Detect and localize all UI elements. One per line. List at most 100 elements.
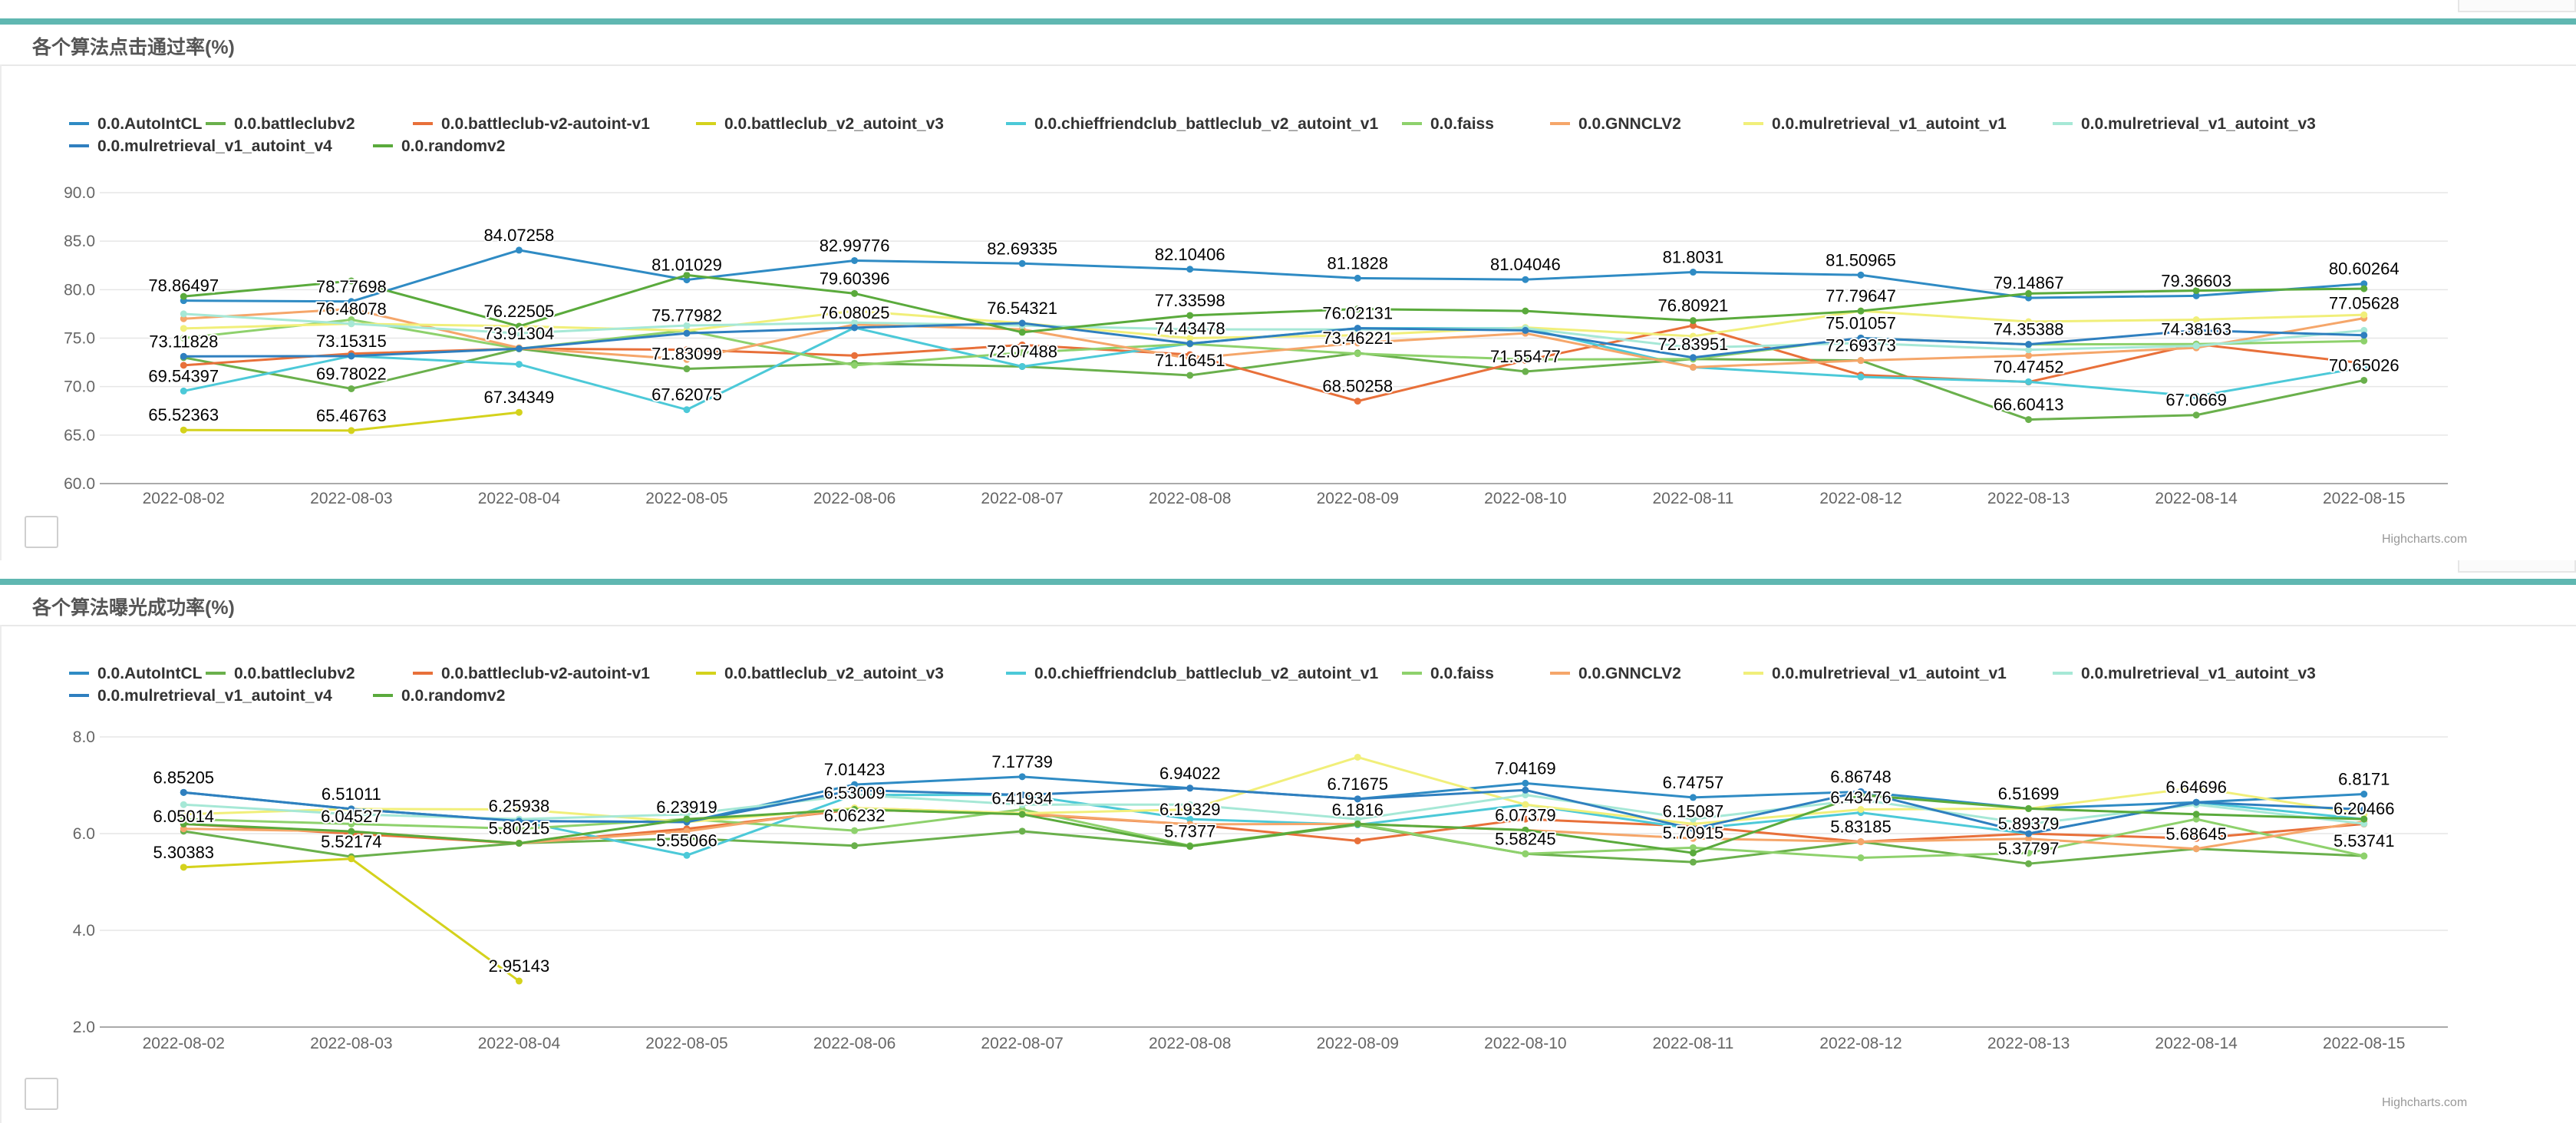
legend-item[interactable]: 0.0.battleclub-v2-autoint-v1 — [413, 665, 650, 682]
data-label: 77.33598 — [1155, 291, 1225, 310]
data-label: 6.04527 — [321, 807, 382, 826]
legend-item[interactable]: 0.0.chieffriendclub_battleclub_v2_autoin… — [1006, 115, 1378, 133]
data-label: 73.91304 — [484, 324, 555, 343]
legend-item[interactable]: 0.0.mulretrieval_v1_autoint_v1 — [1743, 665, 2007, 682]
legend-item[interactable]: 0.0.mulretrieval_v1_autoint_v4 — [69, 687, 332, 705]
data-label: 69.54397 — [148, 366, 219, 385]
data-label: 6.06232 — [824, 806, 886, 825]
data-label: 7.01423 — [824, 760, 886, 779]
legend-label: 0.0.randomv2 — [401, 137, 505, 155]
data-point — [1857, 838, 1865, 846]
y-tick-label: 4.0 — [73, 922, 95, 940]
data-label: 5.37797 — [1998, 839, 2060, 858]
data-label: 65.52363 — [148, 405, 219, 424]
legend-item[interactable]: 0.0.battleclubv2 — [206, 115, 355, 133]
data-point — [180, 426, 187, 434]
data-point — [1186, 340, 1194, 348]
legend-item[interactable]: 0.0.battleclub_v2_autoint_v3 — [696, 665, 944, 682]
data-label: 6.71675 — [1328, 775, 1389, 794]
legend-item[interactable]: 0.0.randomv2 — [373, 137, 505, 155]
legend-item[interactable]: 0.0.AutoIntCL — [69, 115, 203, 133]
data-label: 71.55477 — [1490, 347, 1561, 366]
highcharts-credit[interactable]: Highcharts.com — [2382, 1096, 2467, 1110]
legend-item[interactable]: 0.0.mulretrieval_v1_autoint_v3 — [2053, 115, 2316, 133]
data-label: 7.04169 — [1495, 758, 1556, 778]
y-tick-label: 90.0 — [64, 184, 95, 202]
data-point — [1689, 269, 1697, 276]
data-label: 70.47452 — [1994, 358, 2064, 377]
data-point — [2025, 378, 2033, 385]
legend-label: 0.0.mulretrieval_v1_autoint_v3 — [2081, 115, 2316, 133]
legend-label: 0.0.AutoIntCL — [97, 665, 203, 682]
legend-item[interactable]: 0.0.chieffriendclub_battleclub_v2_autoin… — [1006, 665, 1378, 682]
x-tick-label: 2022-08-02 — [143, 1035, 225, 1052]
data-label: 81.8031 — [1663, 248, 1724, 267]
data-point — [2192, 411, 2200, 419]
panel-corner-tab — [2458, 560, 2576, 573]
legend-label: 0.0.mulretrieval_v1_autoint_v3 — [2081, 665, 2316, 682]
data-point — [1522, 307, 1529, 315]
chart-toggle-checkbox[interactable] — [25, 1078, 58, 1110]
legend-item[interactable]: 0.0.faiss — [1402, 115, 1494, 133]
data-label: 76.22505 — [484, 302, 555, 321]
data-label: 76.80921 — [1658, 296, 1729, 315]
chart-frame: 2.0 4.0 6.0 8.0 2022-08-02 2022-08-03 2022-08-… — [0, 625, 2576, 1123]
x-tick-label: 2022-08-08 — [1149, 1035, 1231, 1052]
data-point — [2025, 860, 2033, 867]
data-point — [515, 408, 523, 416]
legend-item[interactable]: 0.0.mulretrieval_v1_autoint_v4 — [69, 137, 332, 155]
data-label: 76.54321 — [987, 299, 1057, 318]
data-label: 5.58245 — [1495, 829, 1556, 848]
data-label: 77.79647 — [1826, 286, 1896, 306]
data-label: 6.1816 — [1332, 801, 1384, 820]
highcharts-credit[interactable]: Highcharts.com — [2382, 533, 2467, 547]
y-tick-label: 8.0 — [73, 728, 95, 746]
x-tick-label: 2022-08-07 — [981, 1035, 1063, 1052]
legend-label: 0.0.GNNCLV2 — [1578, 665, 1681, 682]
legend-item[interactable]: 0.0.battleclub_v2_autoint_v3 — [696, 115, 944, 133]
line-chart-exposure-success: 2.0 4.0 6.0 8.0 2022-08-02 2022-08-03 2022-08-… — [69, 665, 2448, 1052]
legend-item[interactable]: 0.0.GNNCLV2 — [1550, 115, 1681, 133]
y-tick-label: 75.0 — [64, 330, 95, 348]
data-label: 6.15087 — [1663, 801, 1724, 821]
legend-item[interactable]: 0.0.GNNCLV2 — [1550, 665, 1681, 682]
x-tick-label: 2022-08-15 — [2323, 490, 2405, 507]
legend-item[interactable]: 0.0.faiss — [1402, 665, 1494, 682]
legend-label: 0.0.battleclubv2 — [234, 665, 355, 682]
x-tick-label: 2022-08-02 — [143, 490, 225, 507]
legend-item[interactable]: 0.0.battleclubv2 — [206, 665, 355, 682]
data-point — [348, 427, 355, 434]
data-label: 6.19329 — [1159, 800, 1221, 819]
data-label: 81.50965 — [1826, 250, 1896, 269]
data-point — [1018, 362, 1026, 370]
data-label: 5.7377 — [1164, 822, 1215, 841]
data-point — [348, 352, 355, 360]
data-label: 66.60413 — [1994, 395, 2064, 415]
x-tick-label: 2022-08-12 — [1819, 1035, 1901, 1052]
legend-item[interactable]: 0.0.AutoIntCL — [69, 665, 203, 682]
legend-label: 0.0.GNNCLV2 — [1578, 115, 1681, 133]
data-point — [1857, 271, 1865, 279]
data-point — [1354, 274, 1361, 282]
legend-item[interactable]: 0.0.mulretrieval_v1_autoint_v1 — [1743, 115, 2007, 133]
data-label: 6.25938 — [489, 797, 550, 816]
x-tick-label: 2022-08-03 — [310, 1035, 392, 1052]
data-point — [2360, 852, 2368, 860]
legend-item[interactable]: 0.0.mulretrieval_v1_autoint_v3 — [2053, 665, 2316, 682]
data-point — [851, 362, 859, 369]
data-point — [515, 361, 523, 368]
chart-toggle-checkbox[interactable] — [25, 516, 58, 548]
x-tick-label: 2022-08-09 — [1317, 1035, 1399, 1052]
data-point — [348, 855, 355, 863]
data-label: 6.64696 — [2165, 778, 2227, 797]
x-tick-label: 2022-08-14 — [2155, 1035, 2238, 1052]
panel-title: 各个算法点击通过率(%) — [32, 37, 235, 58]
data-label: 6.43476 — [1830, 788, 1892, 808]
data-point — [683, 815, 691, 823]
legend-item[interactable]: 0.0.randomv2 — [373, 687, 505, 705]
data-label: 6.53009 — [824, 784, 886, 803]
y-tick-label: 80.0 — [64, 281, 95, 299]
legend-item[interactable]: 0.0.battleclub-v2-autoint-v1 — [413, 115, 650, 133]
legend-label: 0.0.randomv2 — [401, 687, 505, 705]
legend-label: 0.0.battleclub_v2_autoint_v3 — [724, 665, 944, 682]
